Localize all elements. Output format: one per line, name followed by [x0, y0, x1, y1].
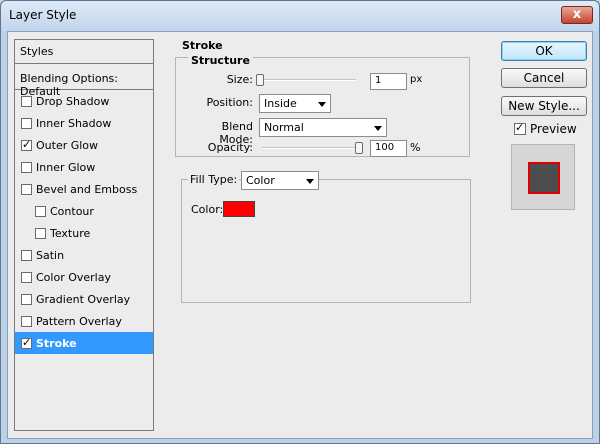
close-button[interactable]: x [561, 6, 593, 24]
stroke-section-title: Stroke [182, 39, 223, 52]
preview-label: Preview [530, 122, 577, 136]
position-label: Position: [206, 96, 253, 109]
style-checkbox[interactable] [35, 227, 46, 239]
color-label: Color: [191, 203, 224, 216]
style-item-label: Outer Glow [36, 138, 99, 152]
style-checkbox[interactable] [21, 293, 32, 305]
opacity-slider-thumb[interactable] [355, 142, 363, 154]
style-item-label: Contour [50, 204, 94, 218]
style-checkbox[interactable] [21, 271, 32, 283]
chevron-down-icon [318, 102, 326, 107]
style-item-label: Drop Shadow [36, 94, 110, 108]
opacity-slider-track[interactable] [262, 147, 363, 149]
position-dropdown[interactable]: Inside [259, 94, 331, 113]
blending-options-item[interactable]: Blending Options: Default [15, 66, 153, 98]
style-item-label: Inner Glow [36, 160, 96, 174]
new-style-button[interactable]: New Style... [501, 96, 587, 116]
fill-type-dropdown[interactable]: Color [241, 171, 319, 190]
style-checkbox[interactable] [21, 336, 32, 349]
fill-type-label: Fill Type: [188, 173, 240, 186]
styles-header[interactable]: Styles [15, 40, 153, 64]
style-checkbox[interactable] [21, 161, 32, 173]
style-item-label: Bevel and Emboss [36, 182, 138, 196]
style-item-label: Pattern Overlay [36, 314, 122, 328]
style-item-pattern-overlay[interactable]: Pattern Overlay [15, 310, 153, 332]
style-item-texture[interactable]: Texture [15, 222, 153, 244]
size-unit: px [410, 74, 423, 85]
fill-type-group [181, 179, 471, 303]
style-checkbox[interactable] [21, 183, 32, 195]
chevron-down-icon [374, 126, 382, 131]
window-title: Layer Style [9, 8, 77, 22]
dialog-client-area: Styles Blending Options: Default Drop Sh… [7, 31, 593, 439]
size-slider-track[interactable] [256, 79, 356, 81]
style-checkbox[interactable] [21, 315, 32, 327]
style-item-label: Texture [50, 226, 91, 240]
size-slider-thumb[interactable] [256, 74, 264, 86]
style-item-inner-shadow[interactable]: Inner Shadow [15, 112, 153, 134]
layer-style-dialog: Layer Style x Styles Blending Options: D… [0, 0, 600, 444]
fill-type-value: Color [246, 174, 275, 187]
blend-mode-value: Normal [264, 121, 304, 134]
style-checkbox[interactable] [35, 205, 46, 217]
style-items-list: Drop Shadow Inner Shadow Outer Glow Inner G… [15, 90, 153, 354]
style-item-contour[interactable]: Contour [15, 200, 153, 222]
style-item-bevel-and-emboss[interactable]: Bevel and Emboss [15, 178, 153, 200]
style-item-label: Satin [36, 248, 65, 262]
opacity-unit: % [410, 141, 421, 154]
opacity-label: Opacity: [207, 141, 253, 154]
style-preview [511, 144, 575, 210]
style-item-satin[interactable]: Satin [15, 244, 153, 266]
title-bar[interactable]: Layer Style x [1, 1, 599, 31]
cancel-button[interactable]: Cancel [501, 68, 587, 88]
style-item-gradient-overlay[interactable]: Gradient Overlay [15, 288, 153, 310]
style-checkbox[interactable] [21, 138, 32, 151]
style-checkbox[interactable] [21, 249, 32, 261]
position-value: Inside [264, 97, 297, 110]
ok-button[interactable]: OK [501, 41, 587, 61]
preview-checkbox[interactable] [514, 121, 526, 135]
style-checkbox[interactable] [21, 95, 32, 107]
size-input[interactable]: 1 [370, 73, 407, 90]
chevron-down-icon [306, 179, 314, 184]
styles-list-panel: Styles Blending Options: Default Drop Sh… [14, 39, 154, 431]
style-item-color-overlay[interactable]: Color Overlay [15, 266, 153, 288]
close-icon: x [572, 7, 582, 22]
stroke-color-swatch[interactable] [223, 201, 255, 217]
opacity-input[interactable]: 100 [370, 140, 407, 157]
style-item-outer-glow[interactable]: Outer Glow [15, 134, 153, 156]
style-item-label: Gradient Overlay [36, 292, 131, 306]
structure-title: Structure [188, 54, 253, 67]
blend-mode-dropdown[interactable]: Normal [259, 118, 387, 137]
style-checkbox[interactable] [21, 117, 32, 129]
style-item-label: Inner Shadow [36, 116, 112, 130]
style-item-stroke[interactable]: Stroke [15, 332, 153, 354]
style-item-label: Stroke [36, 336, 77, 350]
style-item-inner-glow[interactable]: Inner Glow [15, 156, 153, 178]
size-label: Size: [226, 73, 253, 86]
style-item-label: Color Overlay [36, 270, 111, 284]
preview-thumbnail [528, 162, 560, 194]
